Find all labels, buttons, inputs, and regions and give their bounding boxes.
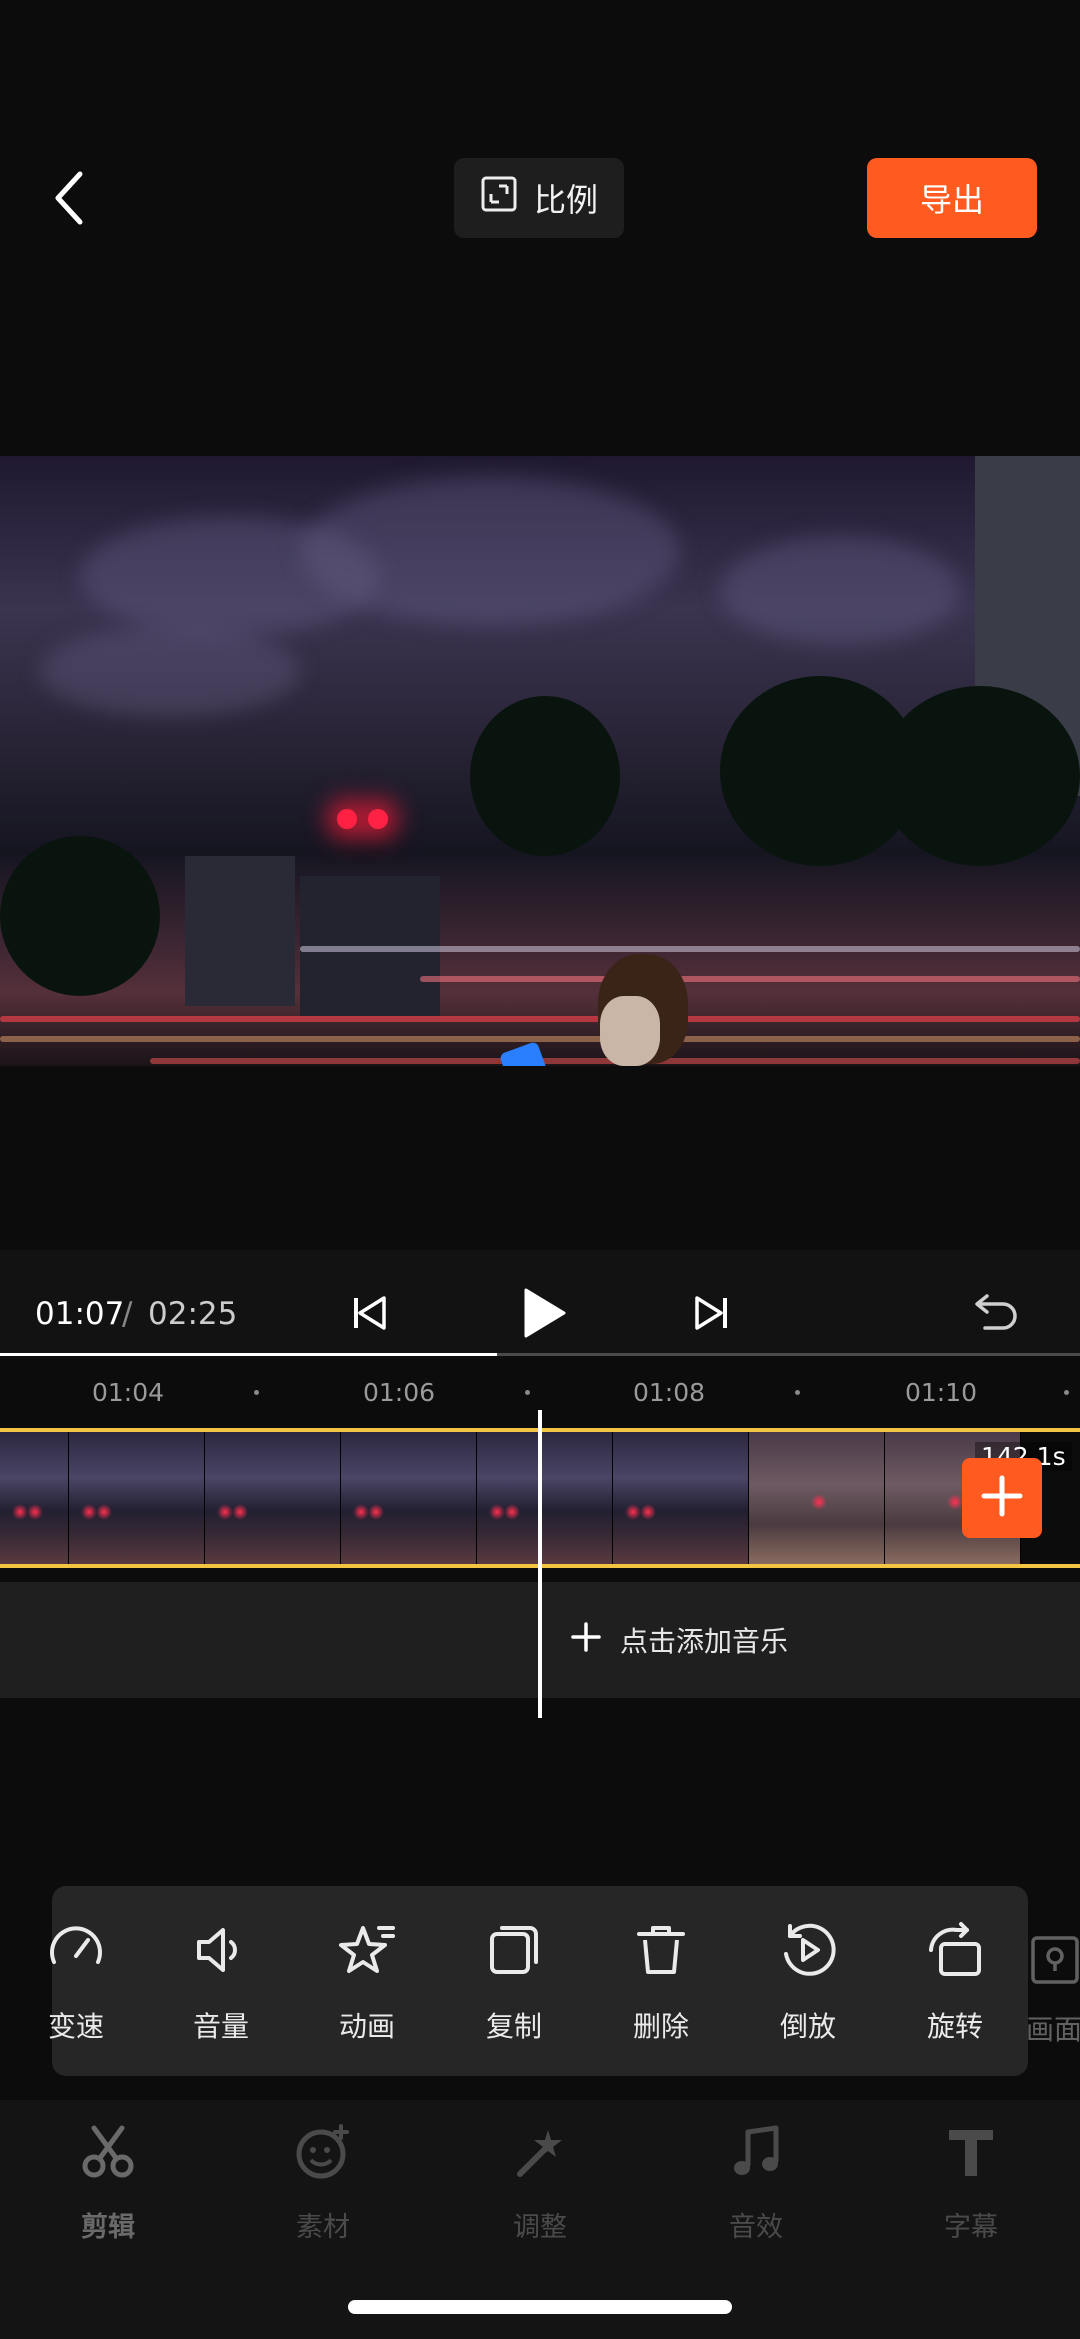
- tool-freeze-frame[interactable]: 画面定: [1020, 1935, 1080, 2045]
- music-note-icon: [726, 2122, 786, 2189]
- nav-label: 字幕: [944, 2212, 998, 2243]
- clip-thumbnail: [69, 1432, 205, 1564]
- tool-label: 删除: [632, 2010, 689, 2043]
- speed-gauge-icon: [44, 1918, 108, 1989]
- video-preview[interactable]: [0, 456, 1080, 1066]
- scissors-icon: [78, 2122, 138, 2189]
- clip-thumbnail: [749, 1432, 885, 1564]
- nav-adjust[interactable]: 调整: [470, 2122, 610, 2243]
- back-button[interactable]: [40, 160, 100, 240]
- clip-thumbnail: [0, 1432, 69, 1564]
- tool-label: 复制: [485, 2010, 542, 2043]
- nav-label: 剪辑: [81, 2212, 135, 2243]
- tool-rotate[interactable]: 旋转: [895, 1918, 1015, 2048]
- chevron-left-icon: [50, 168, 90, 232]
- play-button[interactable]: [510, 1282, 576, 1348]
- tool-label: 动画: [338, 2010, 395, 2043]
- add-music-label: 点击添加音乐: [620, 1625, 789, 1658]
- volume-icon: [189, 1918, 253, 1989]
- magic-wand-icon: [510, 2122, 570, 2189]
- tool-delete[interactable]: 删除: [601, 1918, 721, 2048]
- trash-icon: [629, 1918, 693, 1989]
- skip-forward-icon: [691, 1293, 731, 1337]
- ruler-tick-label: 01:08: [633, 1378, 706, 1407]
- nav-subtitles[interactable]: 字幕: [901, 2122, 1041, 2243]
- tool-label: 变速: [47, 2010, 104, 2043]
- tool-volume[interactable]: 音量: [161, 1918, 281, 2048]
- tool-label: 画面定: [1026, 2013, 1080, 2045]
- nav-sound[interactable]: 音效: [686, 2122, 826, 2243]
- copy-icon: [482, 1918, 546, 1989]
- home-indicator[interactable]: [348, 2300, 732, 2314]
- ruler-dot: [525, 1390, 530, 1395]
- nav-edit[interactable]: 剪辑: [38, 2122, 178, 2243]
- tool-copy[interactable]: 复制: [454, 1918, 574, 2048]
- aspect-ratio-button[interactable]: 比例: [454, 158, 624, 238]
- undo-button[interactable]: [968, 1288, 1024, 1338]
- rotate-icon: [923, 1918, 987, 1989]
- play-icon: [518, 1286, 568, 1344]
- sticker-icon: [293, 2122, 353, 2189]
- nav-label: 调整: [513, 2212, 567, 2243]
- tool-animation[interactable]: 动画: [307, 1918, 427, 2048]
- ruler-dot: [254, 1390, 259, 1395]
- ruler-dot: [1064, 1390, 1069, 1395]
- aspect-ratio-icon: [480, 175, 518, 221]
- skip-forward-button[interactable]: [686, 1290, 736, 1340]
- nav-label: 音效: [729, 2212, 783, 2243]
- skip-back-button[interactable]: [345, 1290, 395, 1340]
- tool-speed[interactable]: 变速: [16, 1918, 136, 2048]
- undo-icon: [973, 1292, 1019, 1334]
- ruler-tick-label: 01:10: [905, 1378, 978, 1407]
- plus-icon: [570, 1621, 602, 1660]
- add-clip-button[interactable]: [962, 1458, 1042, 1538]
- progress-fill: [0, 1353, 497, 1356]
- animation-star-icon: [335, 1918, 399, 1989]
- ruler-dot: [795, 1390, 800, 1395]
- tool-reverse[interactable]: 倒放: [748, 1918, 868, 2048]
- export-button[interactable]: 导出: [867, 158, 1037, 238]
- plus-icon: [980, 1474, 1024, 1522]
- reverse-play-icon: [776, 1918, 840, 1989]
- nav-materials[interactable]: 素材: [253, 2122, 393, 2243]
- playhead[interactable]: [538, 1410, 542, 1718]
- add-music-button[interactable]: 点击添加音乐: [570, 1612, 788, 1668]
- skip-back-icon: [350, 1293, 390, 1337]
- total-time: 02:25: [148, 1296, 238, 1332]
- ruler-tick-label: 01:06: [363, 1378, 436, 1407]
- clip-thumbnail: [613, 1432, 749, 1564]
- time-separator: /: [122, 1296, 133, 1332]
- tool-label: 旋转: [926, 2010, 983, 2043]
- clip-thumbnail: [205, 1432, 341, 1564]
- clip-thumbnail: [341, 1432, 477, 1564]
- tool-label: 音量: [192, 2010, 249, 2043]
- ruler-tick-label: 01:04: [92, 1378, 165, 1407]
- current-time: 01:07: [35, 1296, 125, 1332]
- aspect-ratio-label: 比例: [533, 181, 598, 219]
- nav-label: 素材: [296, 2212, 350, 2243]
- text-t-icon: [941, 2122, 1001, 2189]
- freeze-frame-icon: [1030, 1935, 1080, 1992]
- tool-label: 倒放: [779, 2010, 836, 2043]
- clip-thumbnail: [477, 1432, 613, 1564]
